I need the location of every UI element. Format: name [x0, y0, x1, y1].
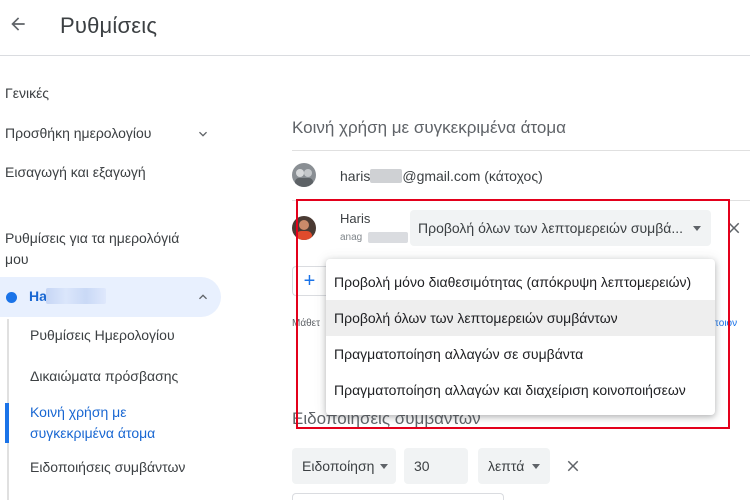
menu-item-all-details[interactable]: Προβολή όλων των λεπτομερειών συμβάντων	[326, 300, 715, 336]
owner-email: haris @gmail.com (κάτοχος)	[340, 168, 543, 184]
calendar-color-dot	[6, 292, 17, 303]
learn-more-text: Μάθετ	[292, 318, 321, 329]
arrow-back-icon	[11, 17, 25, 31]
sharing-section-title: Κοινή χρήση με συγκεκριμένα άτομα	[292, 118, 566, 137]
app-header: Ρυθμίσεις	[0, 0, 750, 56]
chevron-up-icon[interactable]	[195, 289, 211, 305]
menu-item-manage-sharing[interactable]: Πραγματοποίηση αλλαγών και διαχείριση κο…	[326, 372, 715, 408]
dropdown-arrow-icon	[532, 464, 540, 469]
sidebar-item-access-permissions[interactable]: Δικαιώματα πρόσβασης	[30, 368, 178, 384]
chevron-down-icon[interactable]	[195, 126, 211, 142]
notification-amount-value: 30	[414, 458, 430, 474]
dropdown-arrow-icon	[380, 464, 388, 469]
settings-sidebar: Γενικές Προσθήκη ημερολογίου Εισαγωγή κα…	[0, 56, 260, 500]
active-indicator	[5, 403, 9, 443]
redacted-calendar-name	[46, 288, 106, 304]
menu-item-label: Πραγματοποίηση αλλαγών σε συμβάντα	[334, 346, 584, 362]
redacted-email	[368, 232, 408, 243]
sidebar-item-import-export[interactable]: Εισαγωγή και εξαγωγή	[5, 164, 146, 180]
divider	[292, 200, 750, 201]
notification-amount-input[interactable]: 30	[404, 448, 468, 484]
sidebar-item-share-with-people[interactable]: Κοινή χρήση με συγκεκριμένα άτομα	[30, 402, 180, 444]
permission-select-value: Προβολή όλων των λεπτομερειών συμβά...	[418, 220, 684, 236]
permission-dropdown-menu: Προβολή μόνο διαθεσιμότητας (απόκρυψη λε…	[326, 259, 715, 415]
permission-select[interactable]: Προβολή όλων των λεπτομερειών συμβά...	[410, 210, 711, 246]
my-calendars-section-title: Ρυθμίσεις για τα ημερολόγιά μου	[5, 230, 180, 267]
sidebar-item-calendar[interactable]: Ha	[0, 277, 221, 317]
notification-type-select[interactable]: Ειδοποίηση	[292, 448, 396, 484]
menu-item-label: Πραγματοποίηση αλλαγών και διαχείριση κο…	[334, 382, 686, 398]
notification-unit-select[interactable]: λεπτά	[478, 448, 550, 484]
page-title: Ρυθμίσεις	[60, 13, 158, 38]
owner-email-suffix: @gmail.com (κάτοχος)	[402, 168, 543, 184]
learn-more-link[interactable]: ποιον	[712, 318, 737, 329]
redacted-email	[370, 169, 403, 183]
sidebar-item-add-calendar[interactable]: Προσθήκη ημερολογίου	[5, 125, 151, 141]
shared-user-email: anag	[340, 232, 363, 243]
owner-avatar	[292, 163, 316, 187]
close-icon[interactable]	[725, 219, 743, 237]
user-avatar	[292, 216, 316, 240]
shared-user-name: Haris	[340, 211, 371, 226]
divider	[292, 150, 750, 151]
sidebar-item-general[interactable]: Γενικές	[5, 85, 49, 101]
notification-unit-value: λεπτά	[488, 458, 525, 474]
owner-email-prefix: haris	[340, 168, 371, 184]
notification-type-value: Ειδοποίηση	[302, 458, 375, 474]
sidebar-item-event-notifications[interactable]: Ειδοποιήσεις συμβάντων	[30, 459, 185, 475]
sidebar-item-calendar-settings[interactable]: Ρυθμίσεις Ημερολογίου	[30, 327, 175, 343]
back-button[interactable]	[4, 10, 32, 38]
dropdown-arrow-icon	[693, 226, 701, 231]
menu-item-free-busy[interactable]: Προβολή μόνο διαθεσιμότητας (απόκρυψη λε…	[326, 264, 715, 300]
menu-item-make-changes[interactable]: Πραγματοποίηση αλλαγών σε συμβάντα	[326, 336, 715, 372]
menu-item-label: Προβολή όλων των λεπτομερειών συμβάντων	[334, 310, 618, 326]
add-notification-control[interactable]	[292, 493, 504, 500]
menu-item-label: Προβολή μόνο διαθεσιμότητας (απόκρυψη λε…	[334, 274, 692, 290]
add-people-button[interactable]: +	[292, 266, 326, 296]
calendar-name: Ha	[29, 288, 47, 304]
close-icon[interactable]	[564, 457, 582, 475]
